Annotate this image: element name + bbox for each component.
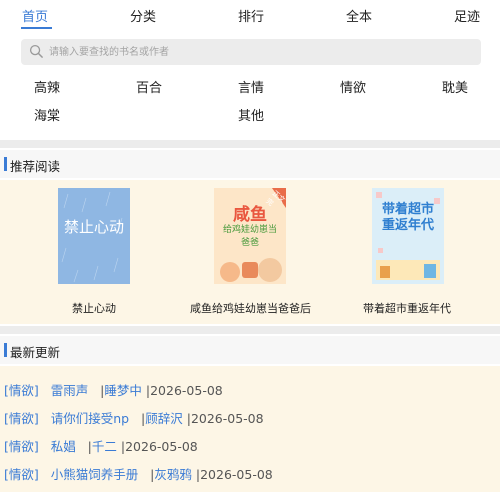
item-category-link[interactable]: [情欲] <box>4 383 39 398</box>
section-recommend-title: 推荐阅读 <box>10 159 61 174</box>
recommend-panel: 禁止心动 禁止心动 咸鱼 给鸡娃幼崽当爸爸 正文完 咸鱼给鸡娃幼崽当爸爸后 带着… <box>0 180 500 324</box>
category-yanqing[interactable]: 言情 <box>238 77 264 96</box>
category-danmei[interactable]: 耽美 <box>442 77 468 96</box>
item-book-link[interactable]: 雷雨声 <box>51 383 89 398</box>
item-author-link[interactable]: 顾辞沢 <box>145 411 183 426</box>
search-input[interactable] <box>49 39 469 65</box>
category-baihe[interactable]: 百合 <box>136 77 162 96</box>
tab-complete[interactable]: 全本 <box>346 6 372 25</box>
item-category-link[interactable]: [情欲] <box>4 411 39 426</box>
section-latest-header: 最新更新 <box>0 336 500 364</box>
item-author-link[interactable]: 灰鸦鸦 <box>154 467 192 482</box>
category-haitang[interactable]: 海棠 <box>34 105 60 124</box>
active-tab-indicator <box>21 27 52 29</box>
book-cover: 咸鱼 给鸡娃幼崽当爸爸 正文完 <box>214 188 286 284</box>
item-author-link[interactable]: 睡梦中 <box>104 383 142 398</box>
item-date: 2026-05-08 <box>190 411 264 426</box>
category-other[interactable]: 其他 <box>238 105 264 124</box>
item-category-link[interactable]: [情欲] <box>4 439 39 454</box>
item-category-link[interactable]: [情欲] <box>4 467 39 482</box>
list-item: [情欲] 请你们接受np |顾辞沢 |2026-05-08 <box>4 411 264 426</box>
divider <box>0 326 500 334</box>
cover-art <box>58 188 130 284</box>
item-author-link[interactable]: 千二 <box>92 439 117 454</box>
item-date: 2026-05-08 <box>150 383 223 398</box>
book-title: 带着超市重返年代 <box>363 302 451 315</box>
divider <box>0 140 500 148</box>
book-title: 咸鱼给鸡娃幼崽当爸爸后 <box>190 302 311 315</box>
list-item: [情欲] 小熊猫饲养手册 |灰鸦鸦 |2026-05-08 <box>4 467 273 482</box>
tab-category[interactable]: 分类 <box>130 6 156 25</box>
top-nav: 首页 分类 排行 全本 足迹 <box>0 0 500 32</box>
tab-history[interactable]: 足迹 <box>454 6 480 25</box>
book-title: 禁止心动 <box>72 302 116 315</box>
item-date: 2026-05-08 <box>125 439 198 454</box>
list-item: [情欲] 私娼 |千二 |2026-05-08 <box>4 439 198 454</box>
tab-home[interactable]: 首页 <box>22 6 48 25</box>
book-cover: 带着超市重返年代 <box>372 188 444 284</box>
cover-title-text: 带着超市重返年代 <box>381 202 434 233</box>
section-latest-title: 最新更新 <box>10 345 61 360</box>
search-icon[interactable] <box>29 44 44 59</box>
list-item: [情欲] 雷雨声 |睡梦中 |2026-05-08 <box>4 383 223 398</box>
category-qingyu[interactable]: 情欲 <box>340 77 366 96</box>
tab-ranking[interactable]: 排行 <box>238 6 264 25</box>
cover-subtitle-text: 给鸡娃幼崽当爸爸 <box>222 225 277 248</box>
cover-title-text: 禁止心动 <box>63 218 124 236</box>
item-book-link[interactable]: 私娼 <box>51 439 76 454</box>
section-recommend-header: 推荐阅读 <box>0 150 500 178</box>
latest-panel: [情欲] 雷雨声 |睡梦中 |2026-05-08 [情欲] 请你们接受np |… <box>0 366 500 492</box>
item-book-link[interactable]: 小熊猫饲养手册 <box>51 467 139 482</box>
category-gaola[interactable]: 高辣 <box>34 77 60 96</box>
section-marker <box>4 343 7 357</box>
section-marker <box>4 157 7 171</box>
book-cover: 禁止心动 <box>58 188 130 284</box>
item-book-link[interactable]: 请你们接受np <box>51 411 129 426</box>
item-date: 2026-05-08 <box>200 467 273 482</box>
search-bar <box>21 39 481 65</box>
